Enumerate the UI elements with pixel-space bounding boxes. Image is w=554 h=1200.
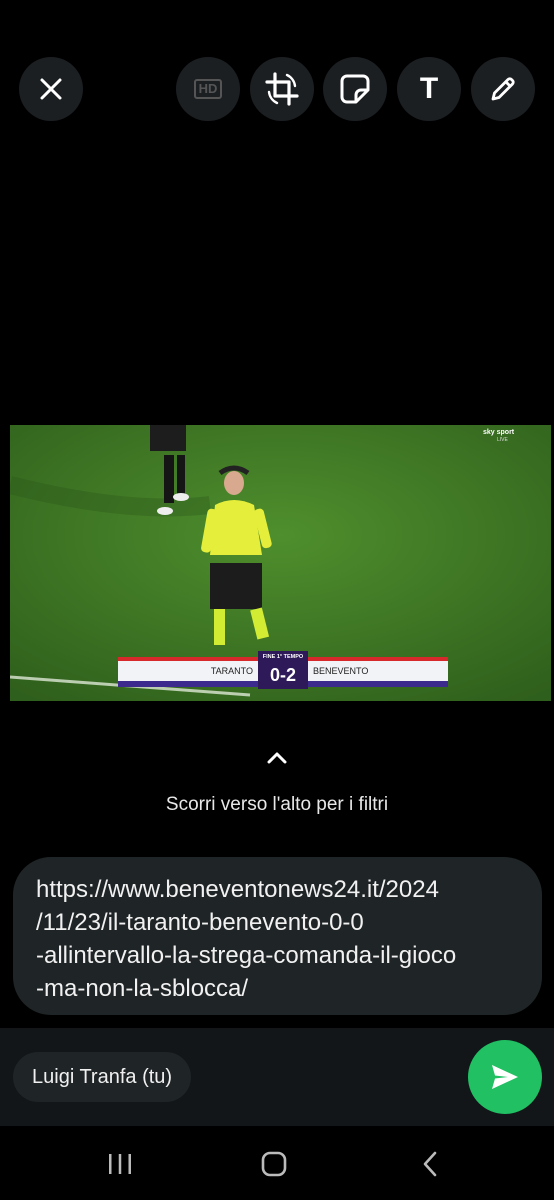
text-button[interactable]: T bbox=[397, 57, 461, 121]
caption-text[interactable]: https://www.beneventonews24.it/2024 /11/… bbox=[36, 873, 520, 1005]
recipient-label: Luigi Tranfa (tu) bbox=[32, 1065, 173, 1088]
hd-icon: HD bbox=[193, 79, 223, 99]
media-preview[interactable]: sky sport LIVE FINE 1° TEMPO 0-2 TARANTO… bbox=[10, 425, 551, 701]
recipient-chip[interactable]: Luigi Tranfa (tu) bbox=[13, 1052, 192, 1102]
close-button[interactable] bbox=[19, 57, 83, 121]
send-icon bbox=[492, 1065, 518, 1089]
caption-field[interactable]: https://www.beneventonews24.it/2024 /11/… bbox=[13, 857, 542, 1015]
draw-button[interactable] bbox=[471, 57, 535, 121]
scoreboard-period: FINE 1° TEMPO bbox=[263, 654, 304, 660]
close-icon bbox=[40, 78, 62, 100]
home-button[interactable] bbox=[254, 1148, 294, 1180]
filters-hint: Scorri verso l'alto per i filtri bbox=[165, 794, 389, 815]
chevron-up-icon bbox=[267, 752, 287, 764]
scoreboard-away-team: BENEVENTO bbox=[313, 666, 368, 676]
broadcaster-live: LIVE bbox=[497, 437, 509, 443]
scoreboard-home-team: TARANTO bbox=[211, 666, 253, 676]
hd-label: HD bbox=[198, 81, 218, 96]
back-button[interactable] bbox=[410, 1148, 450, 1180]
crop-rotate-button[interactable] bbox=[250, 57, 314, 121]
broadcaster-logo: sky sport bbox=[483, 429, 515, 436]
recents-icon bbox=[109, 1154, 131, 1174]
back-icon bbox=[423, 1151, 437, 1177]
pencil-icon bbox=[491, 77, 515, 101]
home-icon bbox=[261, 1151, 287, 1177]
sticker-icon bbox=[340, 74, 370, 104]
scoreboard-score: 0-2 bbox=[270, 665, 296, 685]
send-button[interactable] bbox=[468, 1040, 542, 1114]
recents-button[interactable] bbox=[100, 1148, 140, 1180]
sticker-button[interactable] bbox=[323, 57, 387, 121]
text-icon: T bbox=[419, 72, 439, 105]
crop-rotate-icon bbox=[265, 72, 299, 106]
hd-button[interactable]: HD bbox=[176, 57, 240, 121]
